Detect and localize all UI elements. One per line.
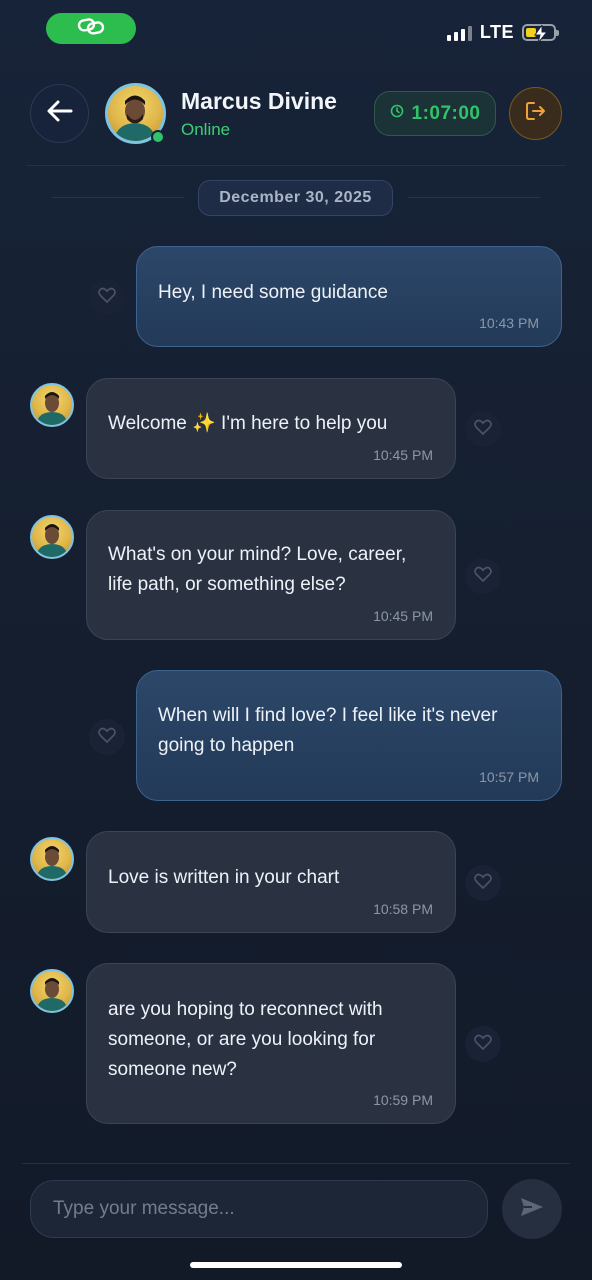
message-text: Welcome ✨ I'm here to help you [108,413,388,434]
date-divider: December 30, 2025 [198,180,393,216]
message-bubble-incoming[interactable]: Welcome ✨ I'm here to help you 10:45 PM [86,378,456,479]
message-time: 10:45 PM [373,447,433,463]
like-button[interactable] [465,1026,501,1062]
like-button[interactable] [465,411,501,447]
message-bubble-incoming[interactable]: What's on your mind? Love, career, life … [86,510,456,640]
heart-icon [474,873,492,894]
signal-icon [446,25,472,41]
message-time: 10:58 PM [373,901,433,917]
header-divider [26,165,566,166]
message-bubble-outgoing[interactable]: Hey, I need some guidance 10:43 PM [136,246,562,347]
timer-value: 1:07:00 [411,102,481,124]
clock-icon [390,104,404,123]
network-label: LTE [479,22,514,42]
battery-icon [522,24,559,43]
presence-status: Online [181,120,231,139]
advisor-avatar [30,969,74,1013]
like-button[interactable] [465,558,501,594]
chat-screen: LTE Marcus Divine Online 1:07:00 Decembe… [0,0,592,1280]
send-button[interactable] [502,1179,562,1239]
date-divider-line-left [52,197,184,198]
message-text: What's on your mind? Love, career, life … [108,544,407,595]
like-button[interactable] [89,279,125,315]
advisor-avatar [30,837,74,881]
message-time: 10:43 PM [479,315,539,331]
back-button[interactable] [30,84,89,143]
message-text: Love is written in your chart [108,867,340,888]
status-indicators: LTE [446,22,559,43]
message-text: Hey, I need some guidance [158,282,388,303]
heart-icon [98,287,116,308]
advisor-avatar [30,515,74,559]
session-timer: 1:07:00 [374,91,496,136]
like-button[interactable] [89,719,125,755]
message-bubble-outgoing[interactable]: When will I find love? I feel like it's … [136,670,562,801]
advisor-avatar [30,383,74,427]
heart-icon [474,419,492,440]
home-indicator[interactable] [190,1262,402,1268]
like-button[interactable] [465,865,501,901]
heart-icon [474,566,492,587]
contact-name: Marcus Divine [181,88,337,114]
exit-icon [525,101,547,126]
online-indicator [151,130,165,144]
message-time: 10:57 PM [479,769,539,785]
end-chat-button[interactable] [509,87,562,140]
arrow-left-icon [47,100,73,127]
link-icon [76,15,106,42]
message-time: 10:59 PM [373,1092,433,1108]
message-input[interactable] [30,1180,488,1238]
heart-icon [474,1034,492,1055]
message-time: 10:45 PM [373,608,433,624]
heart-icon [98,727,116,748]
date-divider-line-right [408,197,540,198]
message-text: are you hoping to reconnect with someone… [108,999,383,1080]
message-bubble-incoming[interactable]: are you hoping to reconnect with someone… [86,963,456,1124]
send-icon [519,1196,545,1223]
message-bubble-incoming[interactable]: Love is written in your chart 10:58 PM [86,831,456,933]
active-link-pill[interactable] [46,13,136,44]
composer-divider [22,1163,570,1164]
message-text: When will I find love? I feel like it's … [158,705,498,756]
